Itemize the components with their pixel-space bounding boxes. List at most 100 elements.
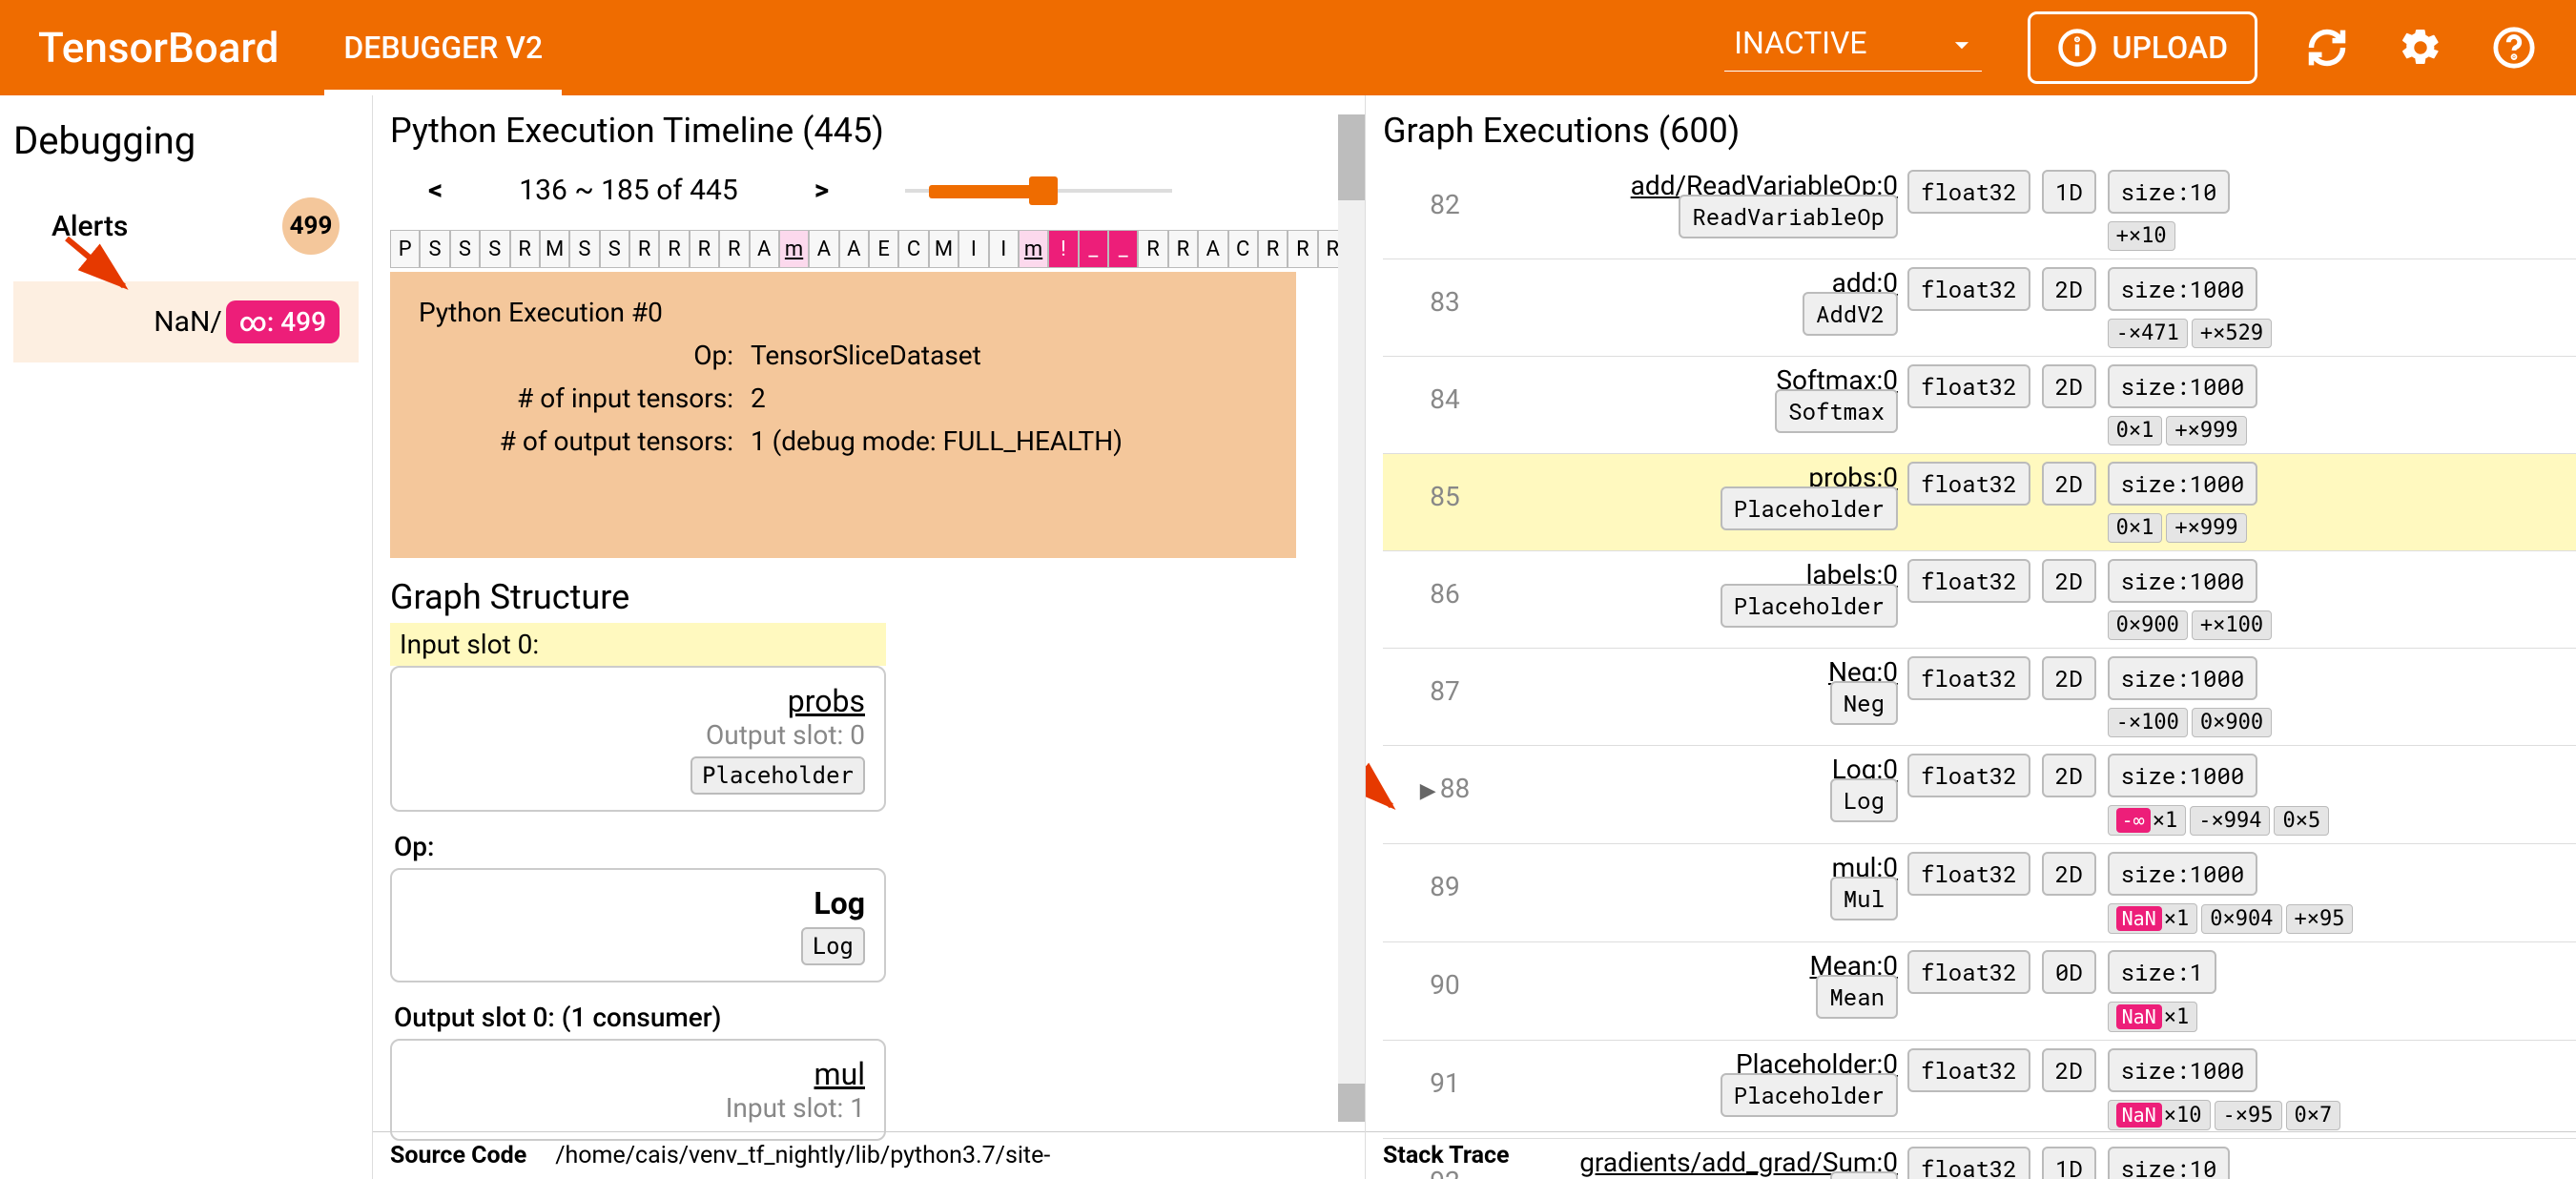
graph-exec-row[interactable]: 90Mean:0Meanfloat320Dsize:1NaN×1 xyxy=(1383,942,2576,1041)
value-tags: 0×1+×999 xyxy=(2108,513,2251,543)
status-text: INACTIVE xyxy=(1734,25,1866,61)
exec-op-value: TensorSliceDataset xyxy=(751,340,981,371)
pager-next[interactable]: > xyxy=(814,174,829,207)
graph-exec-row[interactable]: 89mul:0Mulfloat322Dsize:1000NaN×10×904+×… xyxy=(1383,844,2576,942)
op-pill: AddV2 xyxy=(1803,292,1898,336)
timeline-cell[interactable]: S xyxy=(420,230,449,268)
graph-exec-row[interactable]: 91Placeholder:0Placeholderfloat322Dsize:… xyxy=(1383,1041,2576,1139)
timeline-cell[interactable]: C xyxy=(1228,230,1258,268)
center-scrollbar[interactable] xyxy=(1338,114,1365,1122)
size-pill: size:1000 xyxy=(2108,852,2258,896)
rank-pill: 1D xyxy=(2042,170,2096,214)
timeline-cell[interactable]: R xyxy=(690,230,719,268)
timeline-cell[interactable]: A xyxy=(750,230,779,268)
timeline-cell[interactable]: ! xyxy=(1048,230,1078,268)
help-icon xyxy=(2492,26,2536,70)
execution-detail-box: Python Execution #0 Op:TensorSliceDatase… xyxy=(390,272,1296,558)
rank-pill: 2D xyxy=(2042,267,2096,311)
timeline-cell[interactable]: E xyxy=(869,230,898,268)
timeline-cells: PSSSRMSSRRRRAmAAECMIIm!__RRACRRR xyxy=(390,230,1348,268)
timeline-cell[interactable]: m xyxy=(779,230,809,268)
refresh-button[interactable] xyxy=(2303,24,2351,72)
timeline-cell[interactable]: M xyxy=(929,230,958,268)
timeline-cell[interactable]: S xyxy=(450,230,480,268)
value-tags: 0×900+×100 xyxy=(2108,610,2276,640)
value-tags: 0×1+×999 xyxy=(2108,416,2251,445)
dtype-pill: float32 xyxy=(1907,754,2030,797)
graph-exec-row[interactable]: ▶88Log:0Logfloat322Dsize:1000-∞×1-×9940×… xyxy=(1383,746,2576,844)
input-slot-box[interactable]: probs Output slot: 0 Placeholder xyxy=(390,666,886,812)
size-pill: size:1 xyxy=(2108,950,2216,994)
pager-prev[interactable]: < xyxy=(428,174,443,207)
timeline-cell[interactable]: R xyxy=(1288,230,1317,268)
rank-pill: 2D xyxy=(2042,364,2096,408)
exec-in-label: # of input tensors: xyxy=(419,383,733,414)
timeline-cell[interactable]: R xyxy=(719,230,749,268)
timeline-cell[interactable]: S xyxy=(569,230,599,268)
exec-in-value: 2 xyxy=(751,383,766,414)
timeline-cell[interactable]: A xyxy=(1198,230,1227,268)
timeline-cell[interactable]: R xyxy=(1168,230,1198,268)
row-index: 84 xyxy=(1383,364,1507,415)
debugging-title: Debugging xyxy=(13,118,359,163)
source-code-path: /home/cais/venv_tf_nightly/lib/python3.7… xyxy=(555,1142,1050,1169)
output-slot-box[interactable]: mul Input slot: 1 xyxy=(390,1039,886,1141)
graph-exec-row[interactable]: 84Softmax:0Softmaxfloat322Dsize:10000×1+… xyxy=(1383,357,2576,454)
rank-pill: 2D xyxy=(2042,656,2096,700)
row-index: 91 xyxy=(1383,1048,1507,1099)
row-index: 86 xyxy=(1383,559,1507,610)
timeline-cell[interactable]: I xyxy=(958,230,988,268)
timeline-cell[interactable]: R xyxy=(510,230,540,268)
input-sub: Output slot: 0 xyxy=(411,719,865,751)
row-index: 87 xyxy=(1383,656,1507,707)
timeline-cell[interactable]: _ xyxy=(1079,230,1108,268)
annotation-arrow-icon xyxy=(1365,758,1415,825)
timeline-cell[interactable]: m xyxy=(1019,230,1048,268)
timeline-cell[interactable]: R xyxy=(1138,230,1167,268)
dtype-pill: float32 xyxy=(1907,1048,2030,1092)
nan-label: NaN/ xyxy=(154,305,222,339)
annotation-arrow-icon xyxy=(57,229,143,305)
timeline-cell[interactable]: A xyxy=(839,230,869,268)
op-pill: Placeholder xyxy=(1721,486,1898,530)
value-tags: NaN×10×904+×95 xyxy=(2108,903,2358,934)
chevron-down-icon xyxy=(1946,29,1978,61)
help-button[interactable] xyxy=(2490,24,2538,72)
timeline-cell[interactable]: R xyxy=(659,230,689,268)
timeline-cell[interactable]: M xyxy=(540,230,569,268)
graph-exec-row[interactable]: 86labels:0Placeholderfloat322Dsize:10000… xyxy=(1383,551,2576,649)
timeline-cell[interactable]: I xyxy=(989,230,1019,268)
output-name: mul xyxy=(411,1056,865,1092)
graph-exec-row[interactable]: 83add:0AddV2float322Dsize:1000-×471+×529 xyxy=(1383,259,2576,357)
timeline-cell[interactable]: R xyxy=(1258,230,1288,268)
timeline-cell[interactable]: S xyxy=(480,230,509,268)
nan-count-pill: ∞: 499 xyxy=(226,300,340,343)
graph-exec-row[interactable]: 82add/ReadVariableOp:0ReadVariableOpfloa… xyxy=(1383,162,2576,259)
graph-exec-row[interactable]: 87Neg:0Negfloat322Dsize:1000-×1000×900 xyxy=(1383,649,2576,746)
upload-button[interactable]: UPLOAD xyxy=(2028,11,2257,84)
rank-pill: 2D xyxy=(2042,852,2096,896)
timeline-cell[interactable]: _ xyxy=(1108,230,1138,268)
status-select[interactable]: INACTIVE xyxy=(1724,25,1981,72)
refresh-icon xyxy=(2306,27,2348,69)
op-pill: Mean xyxy=(1816,975,1898,1019)
op-box[interactable]: Log Log xyxy=(390,868,886,982)
row-index: 82 xyxy=(1383,170,1507,220)
brand-title: TensorBoard xyxy=(38,23,278,72)
exec-out-value: 1 (debug mode: FULL_HEALTH) xyxy=(751,425,1123,457)
tab-debugger[interactable]: DEBUGGER V2 xyxy=(324,0,562,96)
timeline-cell[interactable]: C xyxy=(898,230,928,268)
graph-exec-title: Graph Executions (600) xyxy=(1383,111,2576,151)
timeline-cell[interactable]: A xyxy=(809,230,838,268)
row-index: 83 xyxy=(1383,267,1507,318)
timeline-cell[interactable]: R xyxy=(629,230,659,268)
timeline-cell[interactable]: P xyxy=(390,230,420,268)
timeline-cell[interactable]: S xyxy=(600,230,629,268)
size-pill: size:1000 xyxy=(2108,656,2258,700)
app-header: TensorBoard DEBUGGER V2 INACTIVE UPLOAD xyxy=(0,0,2576,95)
graph-exec-row[interactable]: 85probs:0Placeholderfloat322Dsize:10000×… xyxy=(1383,454,2576,551)
settings-button[interactable] xyxy=(2397,24,2444,72)
exec-op-label: Op: xyxy=(419,340,733,371)
timeline-slider[interactable] xyxy=(905,181,1172,200)
sidebar: Debugging Alerts 499 NaN/ ∞: 499 xyxy=(0,95,372,1179)
